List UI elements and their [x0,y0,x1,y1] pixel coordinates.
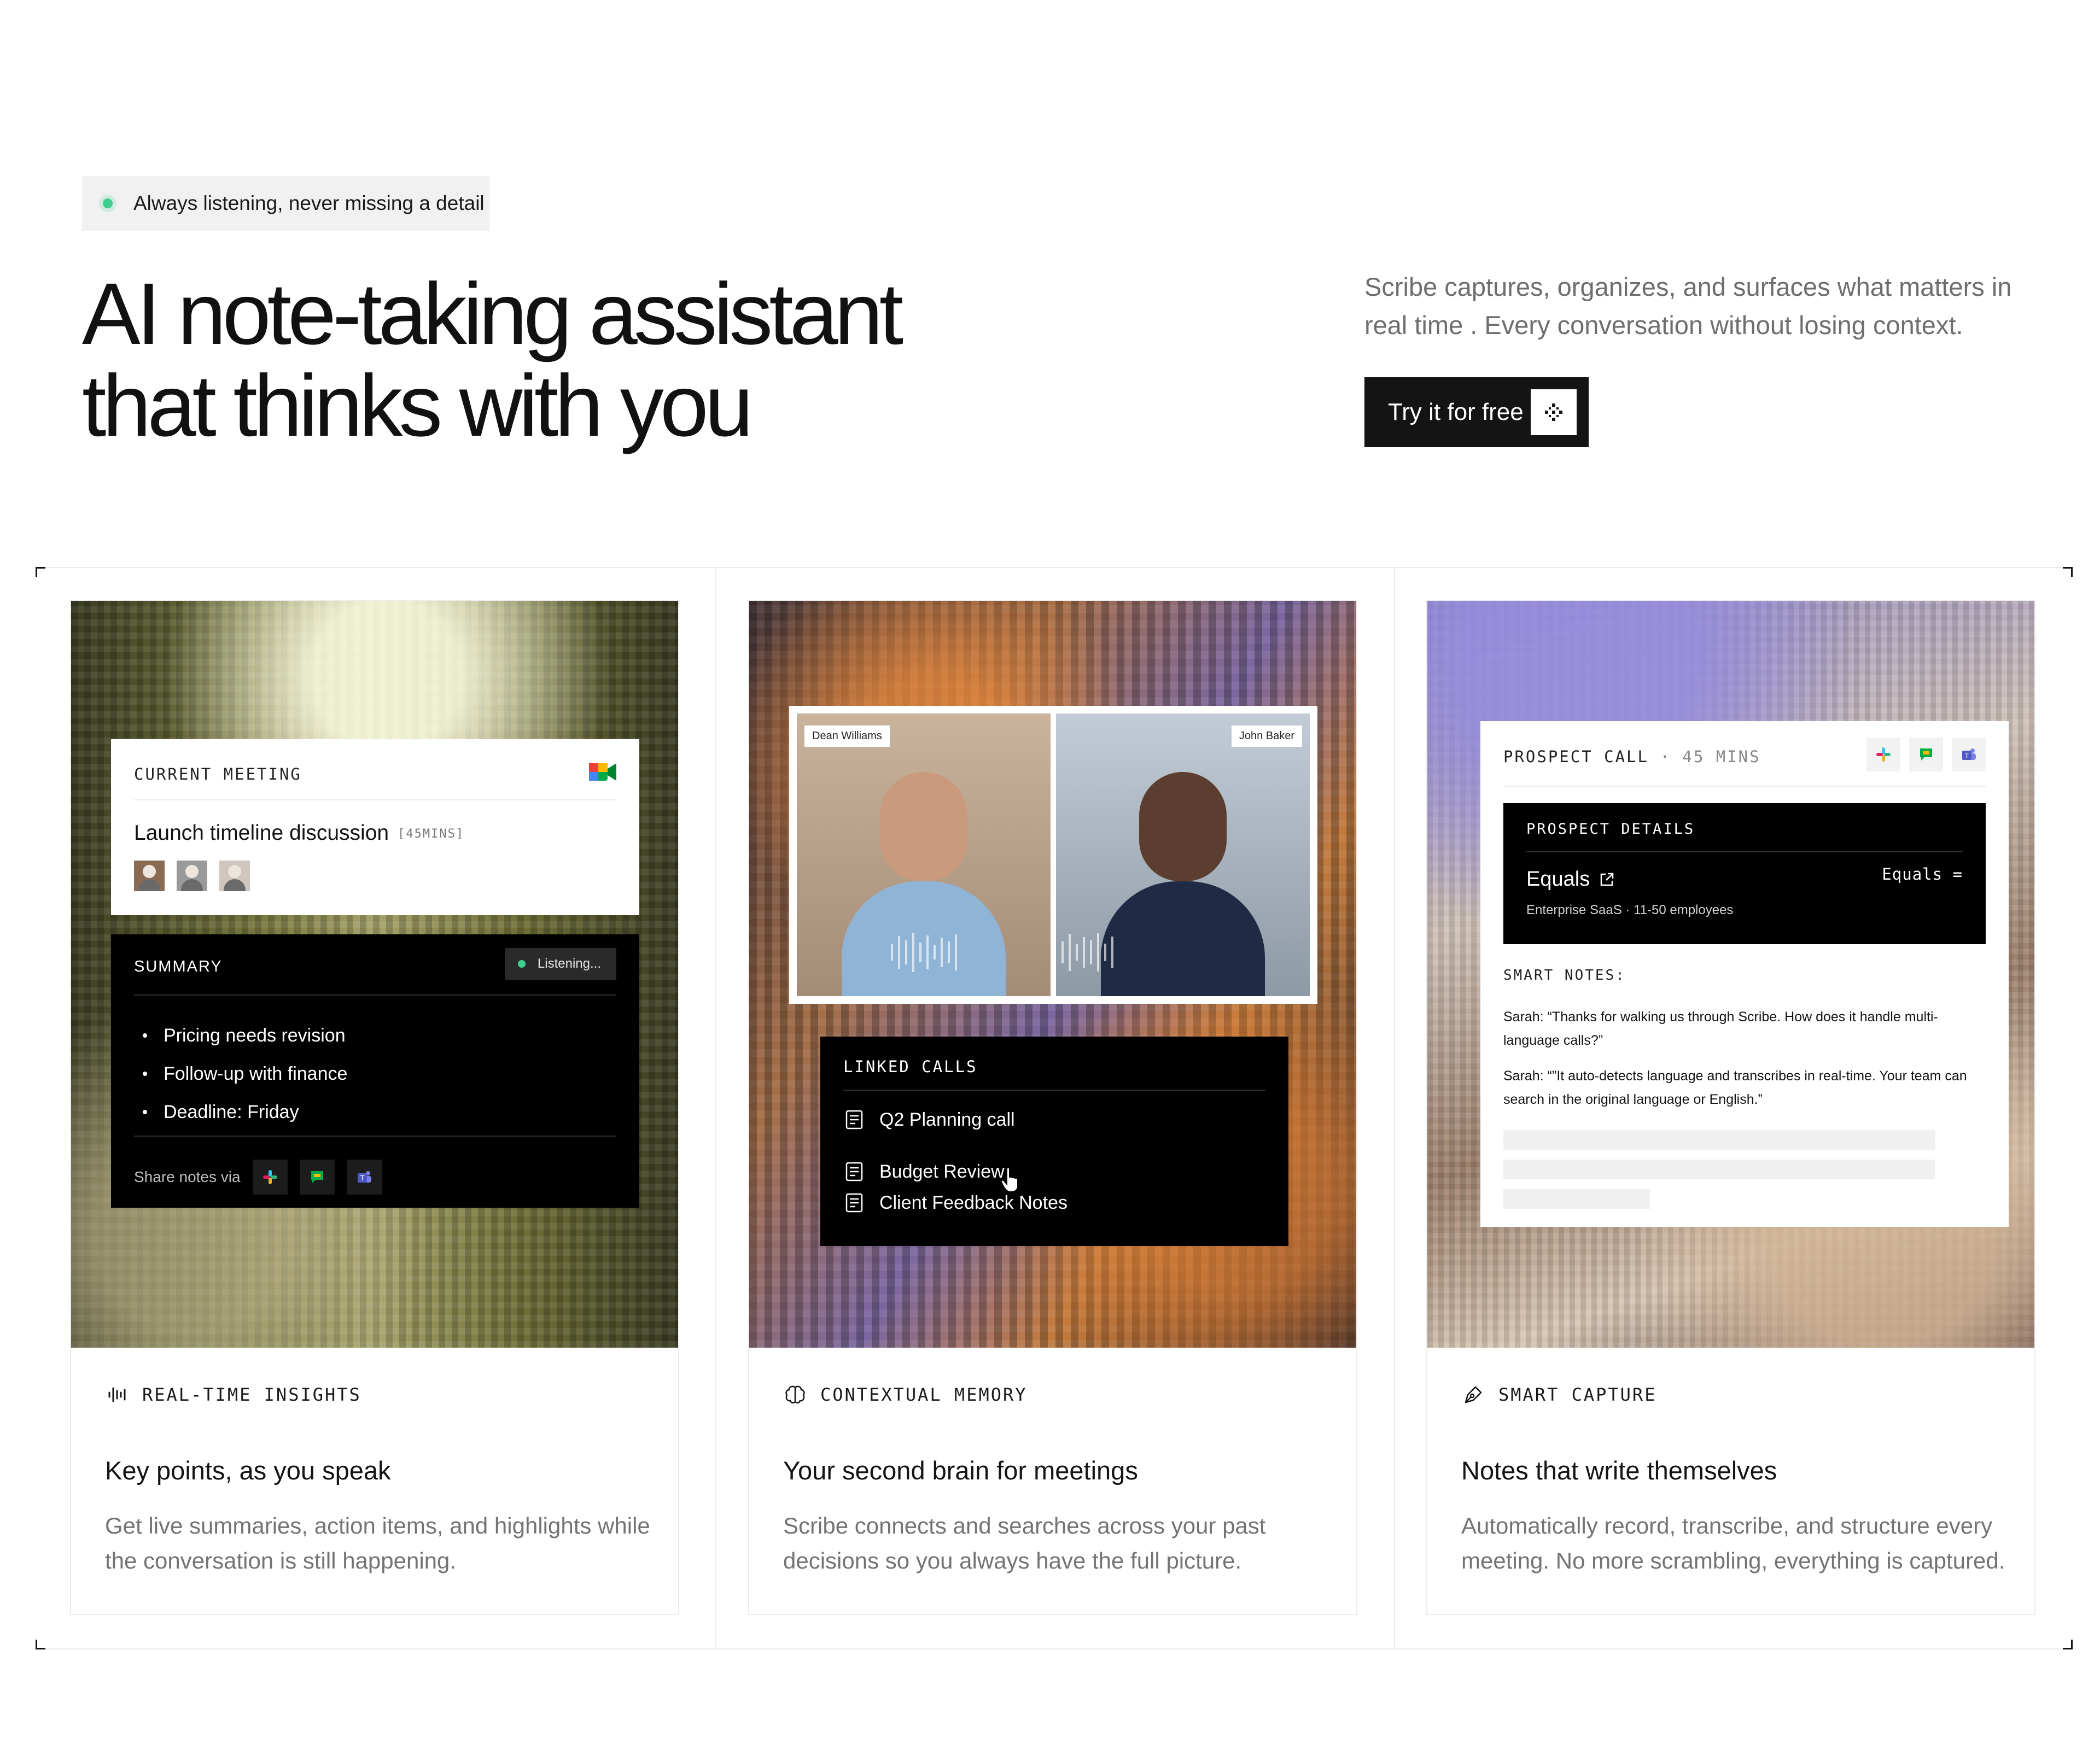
svg-text:T: T [359,1174,364,1182]
loading-placeholder [1503,1189,1650,1209]
teams-icon[interactable]: T [1952,738,1986,771]
avatar [134,861,165,891]
feature-title: Your second brain for meetings [783,1456,1138,1485]
linked-call-item[interactable]: Budget Review [843,1150,1036,1193]
linked-call-item[interactable]: Q2 Planning call [843,1109,1015,1131]
feature-description: Automatically record, transcribe, and st… [1461,1513,2005,1573]
hand-cursor-icon [1000,1167,1018,1192]
hero-description: Scribe captures, organizes, and surfaces… [1364,272,2012,340]
list-item: Pricing needs revision [143,1016,347,1055]
loading-placeholder [1503,1160,1935,1179]
feature-tag: REAL-TIME INSIGHTS [105,1383,361,1407]
slack-icon[interactable] [1866,738,1900,771]
frame-corner [2063,567,2073,577]
external-link-icon [1600,873,1614,886]
current-meeting-widget: CURRENT MEETING Launch timeline discussi… [111,739,639,915]
participant-name-tag: Dean Williams [804,726,890,747]
frame-corner [36,567,45,577]
avatar [177,861,207,891]
forest-pixel-art: CURRENT MEETING Launch timeline discussi… [71,601,678,1348]
linked-call-item[interactable]: Client Feedback Notes [843,1192,1068,1214]
pen-nib-icon [1461,1383,1485,1407]
company-logo-text: Equals = [1882,865,1963,884]
frame-corner [2063,1640,2073,1649]
note-quote: Sarah: “”It auto-detects language and tr… [1503,1068,1967,1107]
participant-name-tag: John Baker [1231,726,1302,747]
sparkle-dots-icon [1531,389,1577,435]
teams-icon[interactable]: T [346,1160,382,1195]
smart-notes-label: SMART NOTES: [1503,967,1626,984]
feature-tag: SMART CAPTURE [1461,1383,1656,1407]
summary-widget: SUMMARY Listening... Pricing needs revis… [111,934,639,1208]
feature-description: Scribe connects and searches across your… [783,1513,1266,1573]
hero-title: AI note-taking assistant that thinks wit… [82,265,903,454]
slack-icon[interactable] [252,1160,288,1195]
video-call-widget: Dean Williams John Baker [789,706,1317,1004]
frame-divider [715,567,716,1649]
feature-card-realtime: CURRENT MEETING Launch timeline discussi… [70,600,679,1615]
share-notes-label: Share notes via [134,1168,241,1185]
note-icon [845,1193,863,1213]
meeting-title: Launch timeline discussion [45MINS] [134,821,465,845]
try-free-button[interactable]: Try it for free [1364,377,1589,447]
google-chat-icon[interactable] [299,1160,335,1195]
note-quote: Sarah: “Thanks for walking us through Sc… [1503,1009,1938,1048]
svg-text:T: T [1964,752,1969,759]
feature-card-memory: Dean Williams John Baker LINKED CALLS Q2… [748,600,1357,1615]
feature-title: Notes that write themselves [1461,1456,1777,1485]
company-subtitle: Enterprise SaaS · 11-50 employees [1526,903,1734,917]
library-pixel-art: Dean Williams John Baker LINKED CALLS Q2… [749,601,1356,1348]
prospect-details-label: PROSPECT DETAILS [1526,821,1695,838]
brain-icon [783,1383,807,1407]
note-icon [845,1162,863,1181]
feature-description: Get live summaries, action items, and hi… [105,1513,650,1573]
audio-wave-icon [105,1383,129,1407]
audio-waveform [797,931,1051,974]
feature-title: Key points, as you speak [105,1456,391,1485]
note-icon [845,1110,863,1130]
tagline-text: Always listening, never missing a detail [133,192,485,214]
feature-tag: CONTEXTUAL MEMORY [783,1383,1028,1407]
try-free-label: Try it for free [1388,399,1524,425]
summary-label: SUMMARY [134,958,223,975]
video-tile: John Baker [1056,713,1310,996]
feature-card-capture: PROSPECT CALL · 45 MINS T PROSPECT DETAI… [1426,600,2035,1615]
meeting-duration: [45MINS] [398,827,465,841]
share-notes-row: Share notes via T [134,1160,382,1195]
video-tile: Dean Williams [797,713,1051,996]
linked-calls-widget: LINKED CALLS Q2 Planning call Budget Rev… [820,1037,1288,1246]
tagline-pill: Always listening, never missing a detail [82,176,489,231]
list-item: Follow-up with finance [143,1055,347,1093]
avatar [219,861,250,891]
frame-corner [36,1640,45,1649]
participant-avatars [134,861,250,891]
current-meeting-label: CURRENT MEETING [134,765,302,783]
prospect-call-widget: PROSPECT CALL · 45 MINS T PROSPECT DETAI… [1480,721,2009,1227]
linked-calls-label: LINKED CALLS [843,1057,978,1076]
frame-divider [1394,567,1395,1649]
live-dot-icon [103,198,113,208]
listening-status-badge: Listening... [504,948,616,980]
google-meet-icon [589,761,616,786]
summary-list: Pricing needs revision Follow-up with fi… [143,1016,347,1131]
list-item: Deadline: Friday [143,1093,347,1131]
cathedral-pixel-art: PROSPECT CALL · 45 MINS T PROSPECT DETAI… [1427,601,2034,1348]
integration-icons: T [1866,738,1986,771]
prospect-call-label: PROSPECT CALL · 45 MINS [1503,747,1761,766]
loading-placeholder [1503,1130,1935,1150]
prospect-details-panel: PROSPECT DETAILS Equals Equals = Enterpr… [1503,803,1986,944]
google-chat-icon[interactable] [1909,738,1943,771]
audio-waveform [1056,931,1310,974]
company-link[interactable]: Equals [1526,868,1615,891]
